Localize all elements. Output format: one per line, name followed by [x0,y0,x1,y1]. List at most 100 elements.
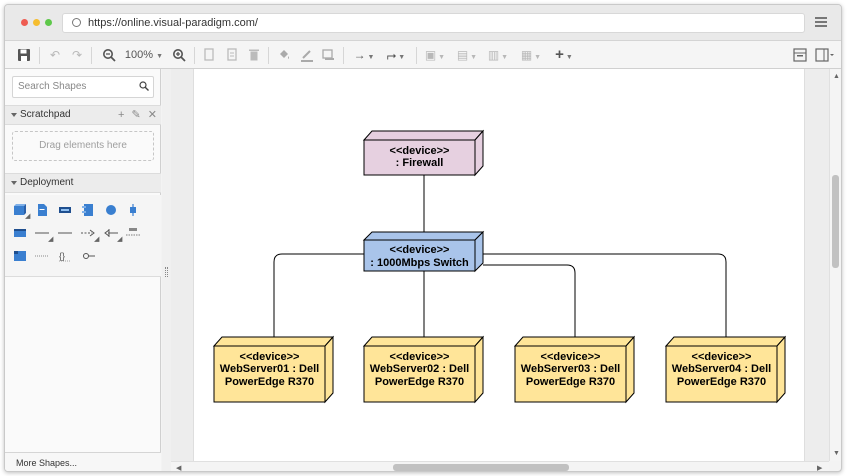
node-top-face [362,130,485,141]
execution-env-shape-icon[interactable] [13,226,27,240]
horizontal-scrollbar[interactable]: ◀ ▶ [171,461,829,471]
distribute-button[interactable]: ▦ ▼ [518,47,544,63]
realization-shape-icon[interactable] [104,226,118,240]
more-shapes-button[interactable]: More Shapes... [5,452,161,471]
address-text: https://online.visual-paradigm.com/ [88,17,258,29]
redo-icon[interactable]: ↷ [70,47,84,63]
node-name: : 1000Mbps Switch [370,257,469,269]
sidebar-splitter[interactable] [162,69,171,471]
device-node-switch[interactable]: <<device>> : 1000Mbps Switch [362,230,485,273]
shadow-icon[interactable] [321,47,335,63]
edit-icon[interactable]: ✎ [132,109,141,121]
save-icon[interactable] [17,47,31,63]
node-name-line1: WebServer02 : Dell [370,363,469,375]
node-side-face [776,335,786,404]
scroll-right-icon[interactable]: ▶ [817,464,822,471]
dotted-line-shape-icon[interactable] [35,249,49,263]
search-icon[interactable] [139,81,149,91]
browser-window: https://online.visual-paradigm.com/ ↶ ↷ … [4,4,842,472]
minimize-window-button[interactable] [33,19,40,26]
port-shape-icon[interactable] [126,203,140,217]
device-node-server2[interactable]: <<device>> WebServer02 : Dell PowerEdge … [362,335,485,404]
node-top-face [664,336,787,347]
arrange-button[interactable]: ▣ ▼ [423,47,447,63]
drag-handle-icon [165,267,168,277]
node-stereotype: <<device>> [390,244,450,256]
zoom-select[interactable]: 100% ▼ [122,47,166,63]
browser-menu-icon[interactable] [815,17,827,27]
stereotype-link-shape-icon[interactable] [126,226,140,240]
scratchpad-section-header[interactable]: Scratchpad + ✎ ✕ [5,105,161,125]
device-node-server1[interactable]: <<device>> WebServer01 : Dell PowerEdge … [212,335,335,404]
vertical-scrollbar[interactable]: ▲ ▼ [829,69,841,461]
association-shape-icon[interactable] [35,226,49,240]
copy-icon[interactable] [226,47,238,63]
align-button[interactable]: ▥ ▼ [486,47,510,63]
chevron-down-icon [11,113,17,117]
search-shapes-input[interactable]: Search Shapes [12,76,154,98]
scroll-left-icon[interactable]: ◀ [176,464,181,471]
node-side-face [324,335,334,404]
device-node-server4[interactable]: <<device>> WebServer04 : Dell PowerEdge … [664,335,787,404]
line-color-icon[interactable] [300,47,314,63]
editor-toolbar: ↶ ↷ 100% ▼ → ▼ ⮣ ▼ ▣ ▼ ▤ ▼ ▥ ▼ ▦ ▼ + ▼ [5,41,841,69]
address-bar[interactable]: https://online.visual-paradigm.com/ [62,13,805,33]
device-node-server3[interactable]: <<device>> WebServer03 : Dell PowerEdge … [513,335,636,404]
device-node-firewall[interactable]: <<device>> : Firewall [362,129,485,177]
scroll-down-icon[interactable]: ▼ [833,450,840,457]
format-panel-icon[interactable] [793,47,807,63]
connector-switch-server1[interactable] [273,253,364,337]
horizontal-scroll-thumb[interactable] [393,464,569,471]
link-shape-icon[interactable] [58,226,72,240]
duplicate-icon[interactable] [203,47,215,63]
interface-shape-icon[interactable] [104,203,118,217]
canvas-area: <<device>> : Firewall <<device>> : 1000M… [171,69,829,461]
node-name-line2: PowerEdge R370 [677,376,766,388]
device-shape-icon[interactable] [58,203,72,217]
scratchpad-label: Scratchpad [20,109,71,120]
constraint-shape-icon[interactable]: {} [58,249,72,263]
vertical-scroll-thumb[interactable] [832,175,839,268]
node-name-line2: PowerEdge R370 [526,376,615,388]
deployment-spec-shape-icon[interactable] [13,249,27,263]
browser-titlebar: https://online.visual-paradigm.com/ [5,5,841,41]
layer-button[interactable]: ▤ ▼ [455,47,479,63]
zoom-level: 100% [124,49,154,61]
node-name-line1: WebServer01 : Dell [220,363,319,375]
node-top-face [513,336,636,347]
zoom-out-icon[interactable] [102,47,116,63]
node-stereotype: <<device>> [390,351,450,363]
node-top-face [362,231,485,241]
chevron-down-icon [11,181,17,185]
delete-icon[interactable] [248,47,260,63]
component-shape-icon[interactable] [81,203,95,217]
page-info-icon [72,18,81,27]
insert-button[interactable]: + ▼ [550,47,578,63]
waypoint-style-button[interactable]: ⮣ ▼ [383,47,409,63]
close-window-button[interactable] [21,19,28,26]
required-interface-shape-icon[interactable] [81,249,95,263]
scroll-up-icon[interactable]: ▲ [833,73,840,80]
deployment-label: Deployment [20,177,74,188]
search-placeholder: Search Shapes [18,81,87,92]
diagram-page[interactable]: <<device>> : Firewall <<device>> : 1000M… [193,69,805,461]
undo-icon[interactable]: ↶ [48,47,62,63]
node-stereotype: <<device>> [390,145,450,157]
artifact-shape-icon[interactable] [35,203,49,217]
node-side-face [474,335,484,404]
layout-panel-icon[interactable] [815,47,835,63]
close-icon[interactable]: ✕ [148,109,157,121]
maximize-window-button[interactable] [45,19,52,26]
zoom-in-icon[interactable] [172,47,186,63]
dependency-shape-icon[interactable] [81,226,95,240]
node-stereotype: <<device>> [240,351,300,363]
shapes-sidebar: Search Shapes Scratchpad + ✎ ✕ Drag elem… [5,69,161,471]
connector-switch-server3[interactable] [483,264,576,337]
scratchpad-dropzone[interactable]: Drag elements here [12,131,154,161]
connection-style-button[interactable]: → ▼ [351,47,377,63]
fill-color-icon[interactable] [277,47,291,63]
connector-switch-server4[interactable] [483,253,727,337]
add-icon[interactable]: + [118,109,124,121]
deployment-shapes-palette: ◢ ◢ ◢ ◢ {} [5,195,161,277]
deployment-section-header[interactable]: Deployment [5,173,161,193]
